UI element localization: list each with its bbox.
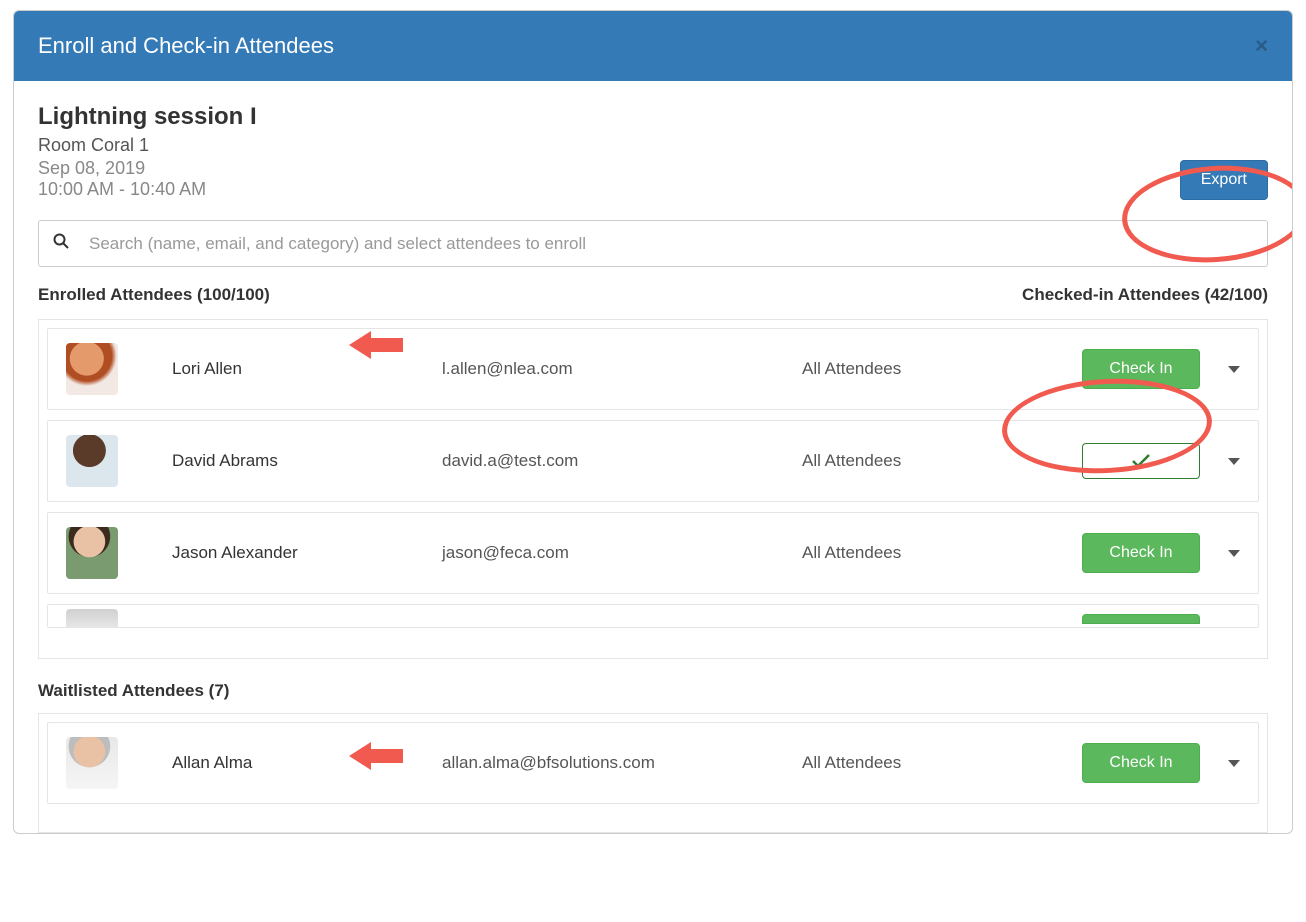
search-bar[interactable] xyxy=(38,220,1268,267)
attendee-row: Jason Alexander jason@feca.com All Atten… xyxy=(47,512,1259,594)
check-in-button[interactable] xyxy=(1082,614,1200,624)
session-date: Sep 08, 2019 xyxy=(38,158,257,179)
attendee-name: Allan Alma xyxy=(172,753,442,773)
attendee-row: Lori Allen l.allen@nlea.com All Attendee… xyxy=(47,328,1259,410)
waitlist-list[interactable]: Allan Alma allan.alma@bfsolutions.com Al… xyxy=(38,713,1268,833)
chevron-down-icon xyxy=(1228,760,1240,767)
attendee-category: All Attendees xyxy=(802,543,1082,563)
modal-header: Enroll and Check-in Attendees × xyxy=(14,11,1292,81)
export-button[interactable]: Export xyxy=(1180,160,1268,200)
row-menu-toggle[interactable] xyxy=(1200,360,1240,378)
attendee-name: David Abrams xyxy=(172,451,442,471)
attendee-email: david.a@test.com xyxy=(442,451,802,471)
attendee-row: Allan Alma allan.alma@bfsolutions.com Al… xyxy=(47,722,1259,804)
attendee-name: Jason Alexander xyxy=(172,543,442,563)
attendee-email: allan.alma@bfsolutions.com xyxy=(442,753,802,773)
checked-in-counter: Checked-in Attendees (42/100) xyxy=(1022,285,1268,305)
avatar xyxy=(66,527,118,579)
modal-title: Enroll and Check-in Attendees xyxy=(38,33,334,59)
chevron-down-icon xyxy=(1228,366,1240,373)
avatar xyxy=(66,435,118,487)
chevron-down-icon xyxy=(1228,550,1240,557)
attendee-category: All Attendees xyxy=(802,753,1082,773)
session-header: Lightning session I Room Coral 1 Sep 08,… xyxy=(38,103,1268,200)
search-icon xyxy=(53,233,69,254)
attendee-email: jason@feca.com xyxy=(442,543,802,563)
modal-body: Lightning session I Room Coral 1 Sep 08,… xyxy=(14,81,1292,833)
attendee-row: David Abrams david.a@test.com All Attend… xyxy=(47,420,1259,502)
waitlist-counter: Waitlisted Attendees (7) xyxy=(38,681,1268,701)
enrolled-counter: Enrolled Attendees (100/100) xyxy=(38,285,270,305)
close-icon[interactable]: × xyxy=(1255,33,1268,59)
enrolled-list[interactable]: Lori Allen l.allen@nlea.com All Attendee… xyxy=(38,319,1268,659)
attendee-row-partial xyxy=(47,604,1259,628)
attendee-email: l.allen@nlea.com xyxy=(442,359,802,379)
session-time: 10:00 AM - 10:40 AM xyxy=(38,179,257,200)
check-in-button[interactable]: Check In xyxy=(1082,743,1200,783)
checked-in-button[interactable] xyxy=(1082,443,1200,479)
row-menu-toggle[interactable] xyxy=(1200,452,1240,470)
session-info: Lightning session I Room Coral 1 Sep 08,… xyxy=(38,103,257,200)
session-room: Room Coral 1 xyxy=(38,135,257,156)
check-in-button[interactable]: Check In xyxy=(1082,533,1200,573)
attendee-name: Lori Allen xyxy=(172,359,442,379)
session-title: Lightning session I xyxy=(38,103,257,131)
avatar xyxy=(66,737,118,789)
counter-row: Enrolled Attendees (100/100) Checked-in … xyxy=(38,285,1268,305)
row-menu-toggle[interactable] xyxy=(1200,754,1240,772)
check-in-button[interactable]: Check In xyxy=(1082,349,1200,389)
row-menu-toggle[interactable] xyxy=(1200,544,1240,562)
search-input[interactable] xyxy=(89,234,1253,254)
chevron-down-icon xyxy=(1228,458,1240,465)
attendee-category: All Attendees xyxy=(802,451,1082,471)
avatar xyxy=(66,343,118,395)
avatar xyxy=(66,609,118,628)
attendee-category: All Attendees xyxy=(802,359,1082,379)
check-icon xyxy=(1132,454,1150,468)
enroll-checkin-modal: Enroll and Check-in Attendees × Lightnin… xyxy=(13,10,1293,834)
